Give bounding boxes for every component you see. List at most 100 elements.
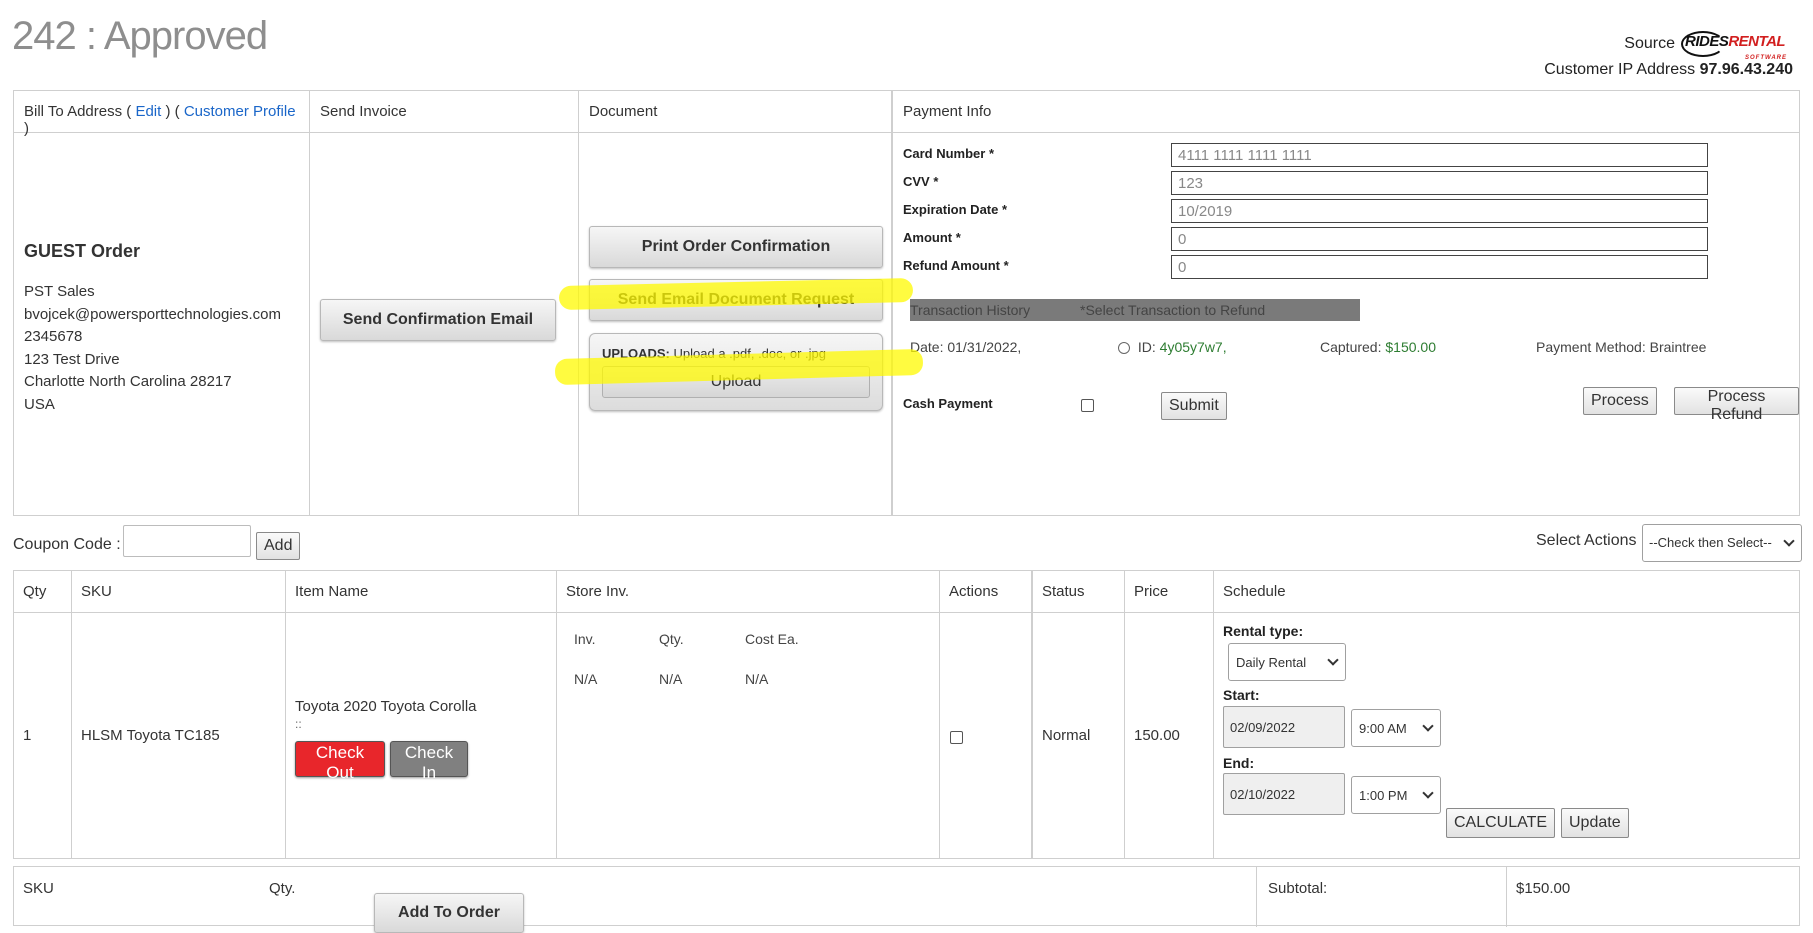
cell-status: Normal: [1033, 613, 1125, 858]
rides-rental-logo: RIDESRENTAL SOFTWARE: [1681, 28, 1793, 61]
cvv-input[interactable]: [1171, 171, 1708, 195]
col-header-schedule: Schedule: [1214, 571, 1799, 613]
end-date-input[interactable]: 02/10/2022: [1223, 773, 1345, 815]
status-value: Normal: [1042, 727, 1091, 744]
calculate-button[interactable]: CALCULATE: [1446, 808, 1556, 838]
address-line: PST Sales: [24, 283, 95, 300]
cell-item-name: Toyota 2020 Toyota Corolla :: Check Out …: [286, 613, 557, 858]
txn-captured-label: Captured:: [1320, 339, 1382, 355]
address-line: 123 Test Drive: [24, 350, 120, 368]
logo-text-rides: RIDES: [1685, 33, 1729, 50]
chevron-down-icon: [1422, 787, 1434, 799]
chevron-down-icon: [1327, 654, 1339, 666]
card-number-input[interactable]: [1171, 143, 1708, 167]
bill-address: PST Sales bvojcek@powersporttechnologies…: [24, 281, 281, 416]
transaction-radio[interactable]: [1118, 342, 1130, 354]
send-email-document-request-button[interactable]: Send Email Document Request: [589, 279, 883, 321]
cash-payment-checkbox[interactable]: [1081, 399, 1094, 412]
inv-cost-value: N/A: [745, 671, 769, 687]
cell-schedule: Rental type: Daily Rental Start: 02/09/2…: [1214, 613, 1799, 858]
logo-sub: SOFTWARE: [1745, 55, 1787, 61]
select-actions-dropdown[interactable]: --Check then Select--: [1642, 524, 1802, 562]
edit-link[interactable]: Edit: [135, 103, 161, 120]
col-header-status: Status: [1033, 571, 1125, 613]
txn-captured-value: $150.00: [1385, 339, 1436, 355]
subtotal-label: Subtotal:: [1268, 880, 1328, 897]
sku-value: HLSM Toyota TC185: [81, 727, 220, 744]
rental-type-label: Rental type:: [1223, 623, 1304, 639]
amount-label: Amount *: [903, 230, 961, 245]
start-time-select[interactable]: 9:00 AM: [1351, 709, 1441, 747]
address-line: USA: [24, 395, 55, 413]
start-date-input[interactable]: 02/09/2022: [1223, 706, 1345, 748]
select-actions-label: Select Actions: [1536, 532, 1637, 549]
end-time-value: 1:00 PM: [1359, 788, 1408, 803]
uploads-label: UPLOADS:: [602, 346, 670, 361]
send-confirmation-email-button[interactable]: Send Confirmation Email: [320, 299, 556, 341]
subtotal-value: $150.00: [1516, 880, 1571, 897]
transaction-history-bar: Transaction History *Select Transaction t…: [910, 299, 1360, 321]
txn-payment-method: Payment Method: Braintree: [1536, 339, 1707, 355]
bill-to-header: Bill To Address ( Edit ) ( Customer Prof…: [14, 91, 309, 137]
customer-profile-link[interactable]: Customer Profile: [184, 103, 296, 120]
cash-payment-label: Cash Payment: [903, 396, 993, 411]
expiration-label: Expiration Date *: [903, 202, 1008, 217]
cell-store-inv: Inv. Qty. Cost Ea. N/A N/A N/A: [557, 613, 940, 858]
coupon-code-input[interactable]: [123, 525, 251, 557]
select-actions-value: --Check then Select--: [1649, 535, 1772, 550]
add-coupon-button[interactable]: Add: [256, 532, 301, 560]
print-order-confirmation-button[interactable]: Print Order Confirmation: [589, 226, 883, 268]
qty-label: Qty.: [269, 880, 296, 897]
address-line: Charlotte North Carolina 28217: [24, 373, 232, 390]
column-divider: [1256, 867, 1257, 927]
upload-button[interactable]: Upload: [602, 366, 870, 398]
check-in-button[interactable]: Check In: [390, 741, 468, 782]
col-header-actions: Actions: [940, 571, 1033, 613]
cell-actions: [940, 613, 1033, 858]
inv-qty-header: Qty.: [659, 631, 684, 647]
uploads-box: UPLOADS: Upload a .pdf, .doc, or .jpg Up…: [589, 333, 883, 411]
bill-to-column: Bill To Address ( Edit ) ( Customer Prof…: [14, 91, 310, 515]
select-refund-hint: *Select Transaction to Refund: [1080, 302, 1266, 318]
expiration-input[interactable]: [1171, 199, 1708, 223]
payment-info-header: Payment Info: [893, 91, 1799, 133]
cvv-label: CVV *: [903, 174, 939, 189]
order-items-table: Qty SKU Item Name Store Inv. Actions Sta…: [13, 570, 1800, 859]
end-time-select[interactable]: 1:00 PM: [1351, 776, 1441, 814]
cvv-row: CVV *: [903, 171, 1783, 195]
process-button[interactable]: Process: [1583, 387, 1657, 415]
cell-price: 150.00: [1125, 613, 1214, 858]
start-label: Start:: [1223, 687, 1260, 703]
item-sub: ::: [295, 717, 302, 731]
submit-button[interactable]: Submit: [1161, 392, 1227, 420]
cell-sku: HLSM Toyota TC185: [72, 613, 286, 858]
address-line: 2345678: [24, 328, 83, 345]
col-header-item-name: Item Name: [286, 571, 557, 613]
txn-id-value: 4y05y7w7,: [1159, 339, 1227, 355]
send-invoice-header: Send Invoice: [310, 91, 578, 133]
end-date-value: 02/10/2022: [1230, 787, 1296, 802]
rental-type-value: Daily Rental: [1236, 655, 1307, 670]
transaction-history-label: Transaction History: [910, 302, 1031, 318]
payment-info-column: Payment Info Card Number * CVV * Expirat…: [893, 91, 1799, 515]
check-out-button[interactable]: Check Out: [295, 741, 385, 782]
price-value: 150.00: [1134, 727, 1180, 744]
refund-amount-input[interactable]: [1171, 255, 1708, 279]
uploads-hint: Upload a .pdf, .doc, or .jpg: [673, 346, 826, 361]
column-divider: [1506, 867, 1507, 927]
update-button[interactable]: Update: [1561, 808, 1629, 838]
col-header-sku: SKU: [72, 571, 286, 613]
rental-type-select[interactable]: Daily Rental: [1228, 643, 1346, 681]
add-to-order-button[interactable]: Add To Order: [374, 893, 524, 933]
process-refund-button[interactable]: Process Refund: [1674, 387, 1799, 423]
row-select-checkbox[interactable]: [950, 731, 963, 744]
inv-qty-value: N/A: [659, 671, 683, 687]
sku-label: SKU: [23, 880, 54, 897]
address-email: bvojcek@powersporttechnologies.com: [24, 305, 282, 323]
source-label: Source: [1624, 35, 1675, 52]
cell-qty: 1: [14, 613, 72, 858]
inv-cost-header: Cost Ea.: [745, 631, 799, 647]
chevron-down-icon: [1783, 535, 1795, 547]
col-header-qty: Qty: [14, 571, 72, 613]
amount-input[interactable]: [1171, 227, 1708, 251]
